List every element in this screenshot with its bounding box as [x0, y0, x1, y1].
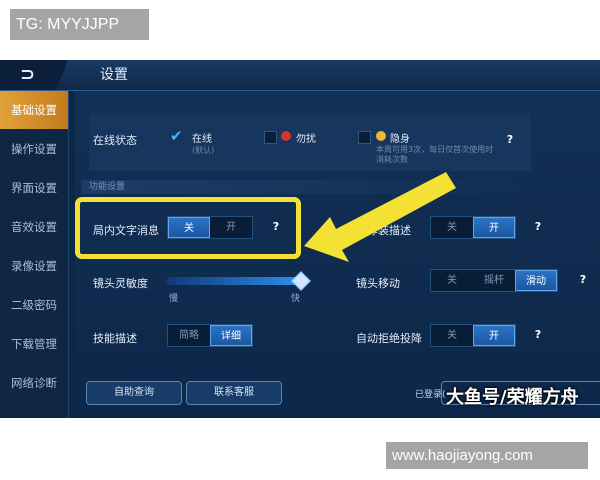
game-settings-screen: ⊃ 设置 基础设置 操作设置 界面设置 音效设置 录像设置 二级密码 下载管理 … [0, 60, 600, 418]
watermark-tg: TG: MYYJJPP [10, 9, 149, 40]
arrow-icon [304, 172, 456, 262]
highlight-box [75, 197, 301, 259]
watermark-site: www.haojiayong.com [386, 442, 588, 469]
watermark-dayu: 大鱼号/荣耀方舟 [446, 387, 579, 408]
